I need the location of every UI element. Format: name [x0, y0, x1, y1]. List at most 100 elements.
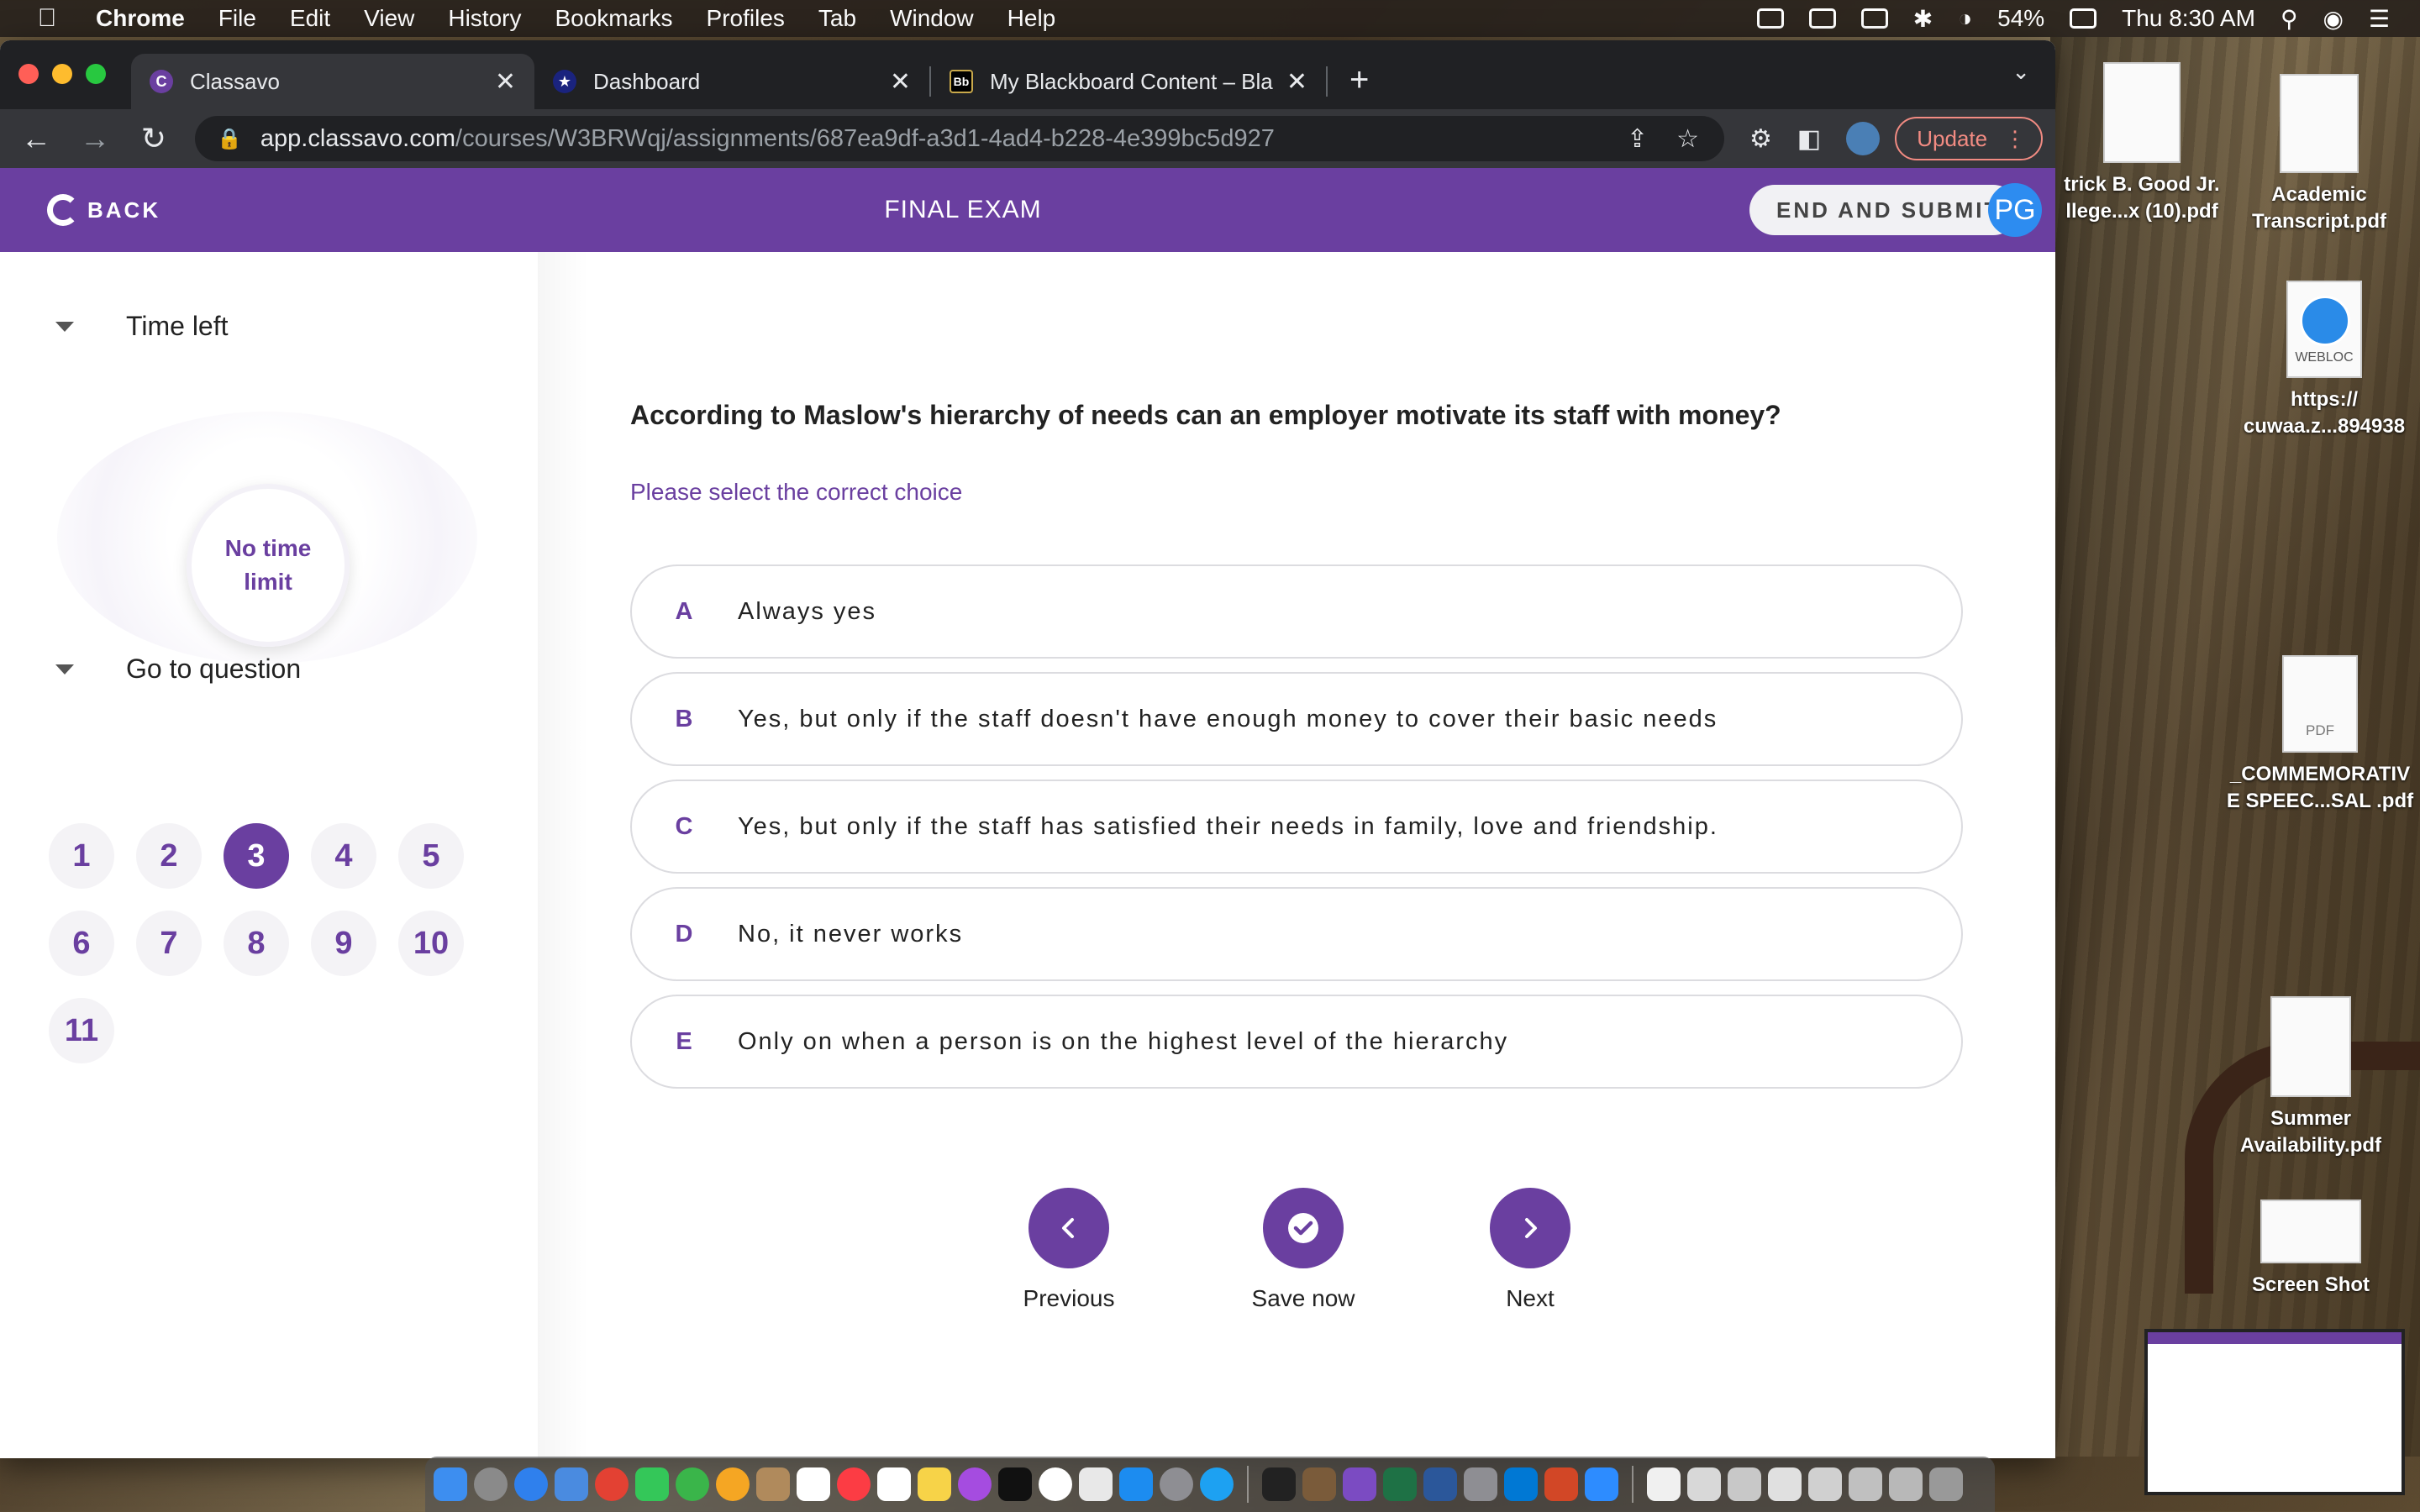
menu-profiles[interactable]: Profiles — [707, 5, 785, 32]
next-label[interactable]: Next — [1438, 1285, 1623, 1312]
caret-down-icon[interactable] — [55, 664, 74, 675]
trash-icon[interactable] — [1929, 1467, 1963, 1501]
recent-file-icon[interactable] — [1889, 1467, 1923, 1501]
keychain-icon[interactable] — [1302, 1467, 1336, 1501]
extensions-icon[interactable]: ⚙ — [1749, 124, 1772, 154]
question-number-8[interactable]: 8 — [224, 911, 289, 976]
question-number-7[interactable]: 7 — [136, 911, 202, 976]
wifi-icon[interactable]: ◑ — [1958, 5, 1972, 32]
menu-view[interactable]: View — [364, 5, 414, 32]
answer-option-b[interactable]: B Yes, but only if the staff doesn't hav… — [630, 672, 1963, 766]
zoom-icon[interactable] — [1585, 1467, 1618, 1501]
terminal-icon[interactable] — [1262, 1467, 1296, 1501]
keyboard-icon[interactable] — [1860, 8, 1888, 29]
question-number-9[interactable]: 9 — [311, 911, 376, 976]
apple-icon[interactable]:  — [24, 4, 71, 33]
siri-icon[interactable]: ◉ — [2323, 5, 2343, 33]
user-avatar[interactable]: PG — [1988, 183, 2042, 237]
menu-bookmarks[interactable]: Bookmarks — [555, 5, 672, 32]
facetime-icon[interactable] — [635, 1467, 669, 1501]
update-button[interactable]: Update ⋮ — [1895, 117, 2044, 160]
tab-dashboard[interactable]: ★ Dashboard ✕ — [534, 54, 929, 109]
menu-tab[interactable]: Tab — [818, 5, 856, 32]
menu-app-name[interactable]: Chrome — [96, 5, 185, 32]
wifi-app-icon[interactable] — [1200, 1467, 1234, 1501]
reminders-icon[interactable] — [877, 1467, 911, 1501]
photos-icon[interactable] — [716, 1467, 750, 1501]
close-window-button[interactable] — [18, 64, 39, 84]
save-now-button[interactable] — [1263, 1188, 1344, 1268]
recent-file-icon[interactable] — [1687, 1467, 1721, 1501]
address-bar[interactable]: 🔒 app.classavo.com/courses/W3BRWqj/assig… — [195, 116, 1724, 161]
contacts-icon[interactable] — [756, 1467, 790, 1501]
close-tab-icon[interactable]: ✕ — [1286, 67, 1307, 97]
menu-edit[interactable]: Edit — [290, 5, 330, 32]
close-tab-icon[interactable]: ✕ — [495, 67, 516, 97]
finder-icon[interactable] — [434, 1467, 467, 1501]
answer-option-c[interactable]: C Yes, but only if the staff has satisfi… — [630, 780, 1963, 874]
question-number-10[interactable]: 10 — [398, 911, 464, 976]
menu-history[interactable]: History — [448, 5, 521, 32]
desktop-file-academic-transcript[interactable]: Academic Transcript.pdf — [2235, 74, 2403, 235]
desktop-file-good-pdf[interactable]: trick B. Good Jr. llege...x (10).pdf — [2054, 62, 2230, 225]
chrome-icon[interactable] — [595, 1467, 629, 1501]
news-icon[interactable] — [1039, 1467, 1072, 1501]
minimize-window-button[interactable] — [52, 64, 72, 84]
close-tab-icon[interactable]: ✕ — [890, 67, 911, 97]
question-number-5[interactable]: 5 — [398, 823, 464, 889]
question-number-2[interactable]: 2 — [136, 823, 202, 889]
menu-file[interactable]: File — [218, 5, 256, 32]
outlook-icon[interactable] — [1504, 1467, 1538, 1501]
recent-file-icon[interactable] — [1849, 1467, 1882, 1501]
display-icon[interactable] — [1808, 8, 1836, 29]
tab-classavo[interactable]: C Classavo ✕ — [131, 54, 534, 109]
podcasts-icon[interactable] — [958, 1467, 992, 1501]
notes-icon[interactable] — [918, 1467, 951, 1501]
caret-down-icon[interactable] — [55, 321, 74, 332]
answer-option-a[interactable]: A Always yes — [630, 564, 1963, 659]
tab-blackboard[interactable]: Bb My Blackboard Content – Black ✕ — [931, 54, 1326, 109]
apple-tv-icon[interactable] — [998, 1467, 1032, 1501]
pages-icon[interactable] — [1079, 1467, 1113, 1501]
question-number-4[interactable]: 4 — [311, 823, 376, 889]
go-to-question-section[interactable]: Go to question — [55, 654, 301, 685]
preview-app-icon[interactable] — [555, 1467, 588, 1501]
system-preferences-icon[interactable] — [1160, 1467, 1193, 1501]
desktop-file-webloc[interactable]: WEBLOC https:// cuwaa.z...894938 — [2232, 281, 2417, 440]
question-number-11[interactable]: 11 — [49, 998, 114, 1063]
lock-icon[interactable]: 🔒 — [217, 127, 242, 151]
safari-icon[interactable] — [514, 1467, 548, 1501]
battery-icon[interactable] — [2070, 8, 2097, 29]
side-panel-icon[interactable]: ◧ — [1797, 124, 1821, 154]
share-icon[interactable]: ⇪ — [1627, 124, 1648, 154]
forward-arrow-icon[interactable]: → — [66, 121, 124, 156]
messages-icon[interactable] — [676, 1467, 709, 1501]
desktop-file-summer-availability[interactable]: Summer Availability.pdf — [2227, 996, 2395, 1159]
control-center-icon[interactable]: ☰ — [2369, 5, 2390, 33]
app-store-icon[interactable] — [1119, 1467, 1153, 1501]
bookmark-star-icon[interactable]: ☆ — [1676, 124, 1699, 154]
menu-window[interactable]: Window — [890, 5, 974, 32]
image-capture-icon[interactable] — [1464, 1467, 1497, 1501]
end-and-submit-button[interactable]: END AND SUBMIT — [1749, 185, 2018, 235]
desktop-file-screen-shot[interactable]: Screen Shot — [2218, 1200, 2403, 1299]
desktop-file-commemorative-pdf[interactable]: PDF _COMMEMORATIV E SPEEC...SAL .pdf — [2223, 655, 2417, 815]
screen-record-icon[interactable] — [1756, 8, 1784, 29]
excel-icon[interactable] — [1383, 1467, 1417, 1501]
menubar-clock[interactable]: Thu 8:30 AM — [2122, 5, 2255, 32]
recent-file-icon[interactable] — [1728, 1467, 1761, 1501]
save-now-label[interactable]: Save now — [1211, 1285, 1396, 1312]
recent-file-icon[interactable] — [1808, 1467, 1842, 1501]
calendar-icon[interactable] — [797, 1467, 830, 1501]
previous-button[interactable] — [1028, 1188, 1109, 1268]
question-number-6[interactable]: 6 — [49, 911, 114, 976]
spotlight-icon[interactable]: ⚲ — [2281, 5, 2298, 33]
chevron-down-icon[interactable]: ⌄ — [2012, 59, 2030, 85]
word-icon[interactable] — [1423, 1467, 1457, 1501]
menu-help[interactable]: Help — [1007, 5, 1056, 32]
answer-option-e[interactable]: E Only on when a person is on the highes… — [630, 995, 1963, 1089]
next-button[interactable] — [1490, 1188, 1570, 1268]
answer-option-d[interactable]: D No, it never works — [630, 887, 1963, 981]
time-left-section[interactable]: Time left — [55, 311, 229, 342]
new-tab-icon[interactable]: + — [1349, 61, 1369, 99]
